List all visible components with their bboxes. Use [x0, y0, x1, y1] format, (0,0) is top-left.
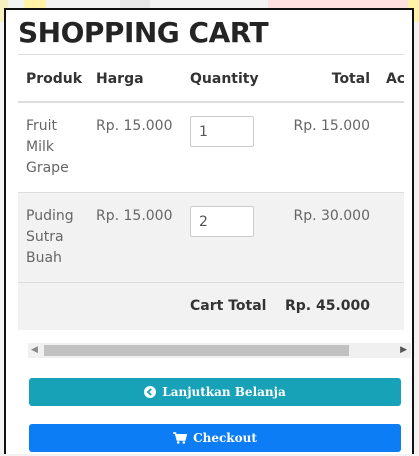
checkout-button[interactable]: Checkout [29, 424, 401, 452]
shopping-cart-icon [173, 432, 188, 444]
cart-table: Produk Harga Quantity Total Ac Fruit Mil… [18, 54, 404, 330]
scroll-right-icon[interactable]: ▶ [400, 345, 407, 355]
quantity-input[interactable] [190, 116, 254, 147]
action-cell [378, 101, 404, 193]
column-header-total: Total [276, 54, 378, 103]
table-header-row: Produk Harga Quantity Total Ac [18, 54, 404, 103]
cart-total-label: Cart Total [182, 282, 276, 330]
table-row: Fruit Milk Grape Rp. 15.000 Rp. 15.000 [18, 101, 404, 193]
scroll-left-icon[interactable]: ◀ [31, 345, 38, 355]
cart-total-row: Cart Total Rp. 45.000 [18, 282, 404, 330]
quantity-cell [182, 101, 276, 193]
product-price: Rp. 15.000 [88, 101, 182, 193]
horizontal-scrollbar[interactable]: ◀ ▶ [28, 343, 411, 358]
scrollbar-thumb[interactable] [44, 345, 349, 356]
page-title: SHOPPING CART [18, 16, 269, 49]
quantity-cell [182, 192, 276, 283]
column-header-produk: Produk [18, 54, 88, 103]
column-header-quantity: Quantity [182, 54, 276, 103]
table-row: Puding Sutra Buah Rp. 15.000 Rp. 30.000 [18, 192, 404, 283]
cart-total-value: Rp. 45.000 [276, 282, 378, 330]
continue-shopping-button[interactable]: Lanjutkan Belanja [29, 378, 401, 406]
product-name: Puding Sutra Buah [18, 192, 88, 283]
arrow-circle-left-icon [144, 386, 157, 398]
action-cell [378, 192, 404, 283]
checkout-label: Checkout [193, 431, 257, 445]
continue-shopping-label: Lanjutkan Belanja [162, 385, 286, 399]
column-header-aksi: Ac [378, 54, 404, 103]
line-total: Rp. 15.000 [276, 101, 378, 193]
cart-table-scroll-container[interactable]: Produk Harga Quantity Total Ac Fruit Mil… [18, 54, 404, 354]
product-price: Rp. 15.000 [88, 192, 182, 283]
product-name: Fruit Milk Grape [18, 101, 88, 193]
line-total: Rp. 30.000 [276, 192, 378, 283]
column-header-harga: Harga [88, 54, 182, 103]
quantity-input[interactable] [190, 206, 254, 237]
